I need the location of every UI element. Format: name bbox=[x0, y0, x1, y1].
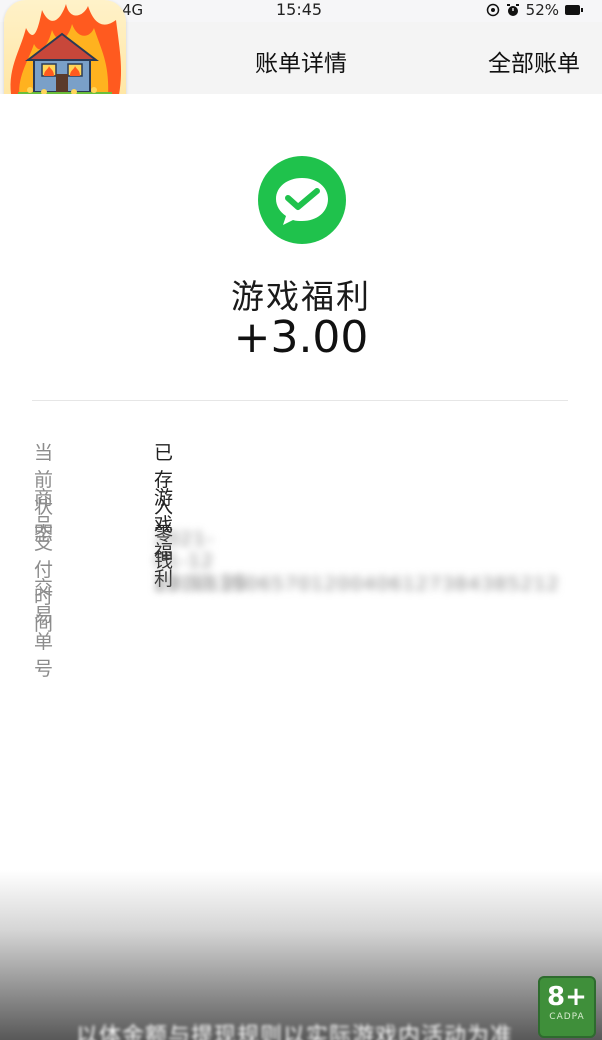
divider bbox=[32, 400, 568, 401]
alarm-icon bbox=[506, 4, 519, 16]
location-icon bbox=[486, 3, 499, 17]
transaction-amount: +3.00 bbox=[233, 312, 369, 363]
clock: 15:45 bbox=[276, 0, 323, 19]
status-icons: 52% bbox=[486, 1, 583, 19]
all-bills-link[interactable]: 全部账单 bbox=[488, 44, 580, 78]
age-rating-badge: 8+ CADPA bbox=[538, 976, 596, 1038]
battery-icon bbox=[565, 5, 583, 15]
transaction-title: 游戏福利 bbox=[231, 277, 371, 316]
order-number-label: 交易单号 bbox=[34, 577, 56, 680]
bottom-gradient-overlay bbox=[0, 870, 602, 1040]
ad-caption: 以体金额与提现规则以实际游戏内活动为准 bbox=[76, 1024, 514, 1040]
age-rating: 8+ bbox=[547, 982, 587, 1012]
wechat-pay-icon bbox=[258, 156, 346, 244]
order-number-value: 1010115065701200406127384385212 bbox=[154, 573, 560, 595]
battery-percent: 52% bbox=[525, 1, 559, 19]
